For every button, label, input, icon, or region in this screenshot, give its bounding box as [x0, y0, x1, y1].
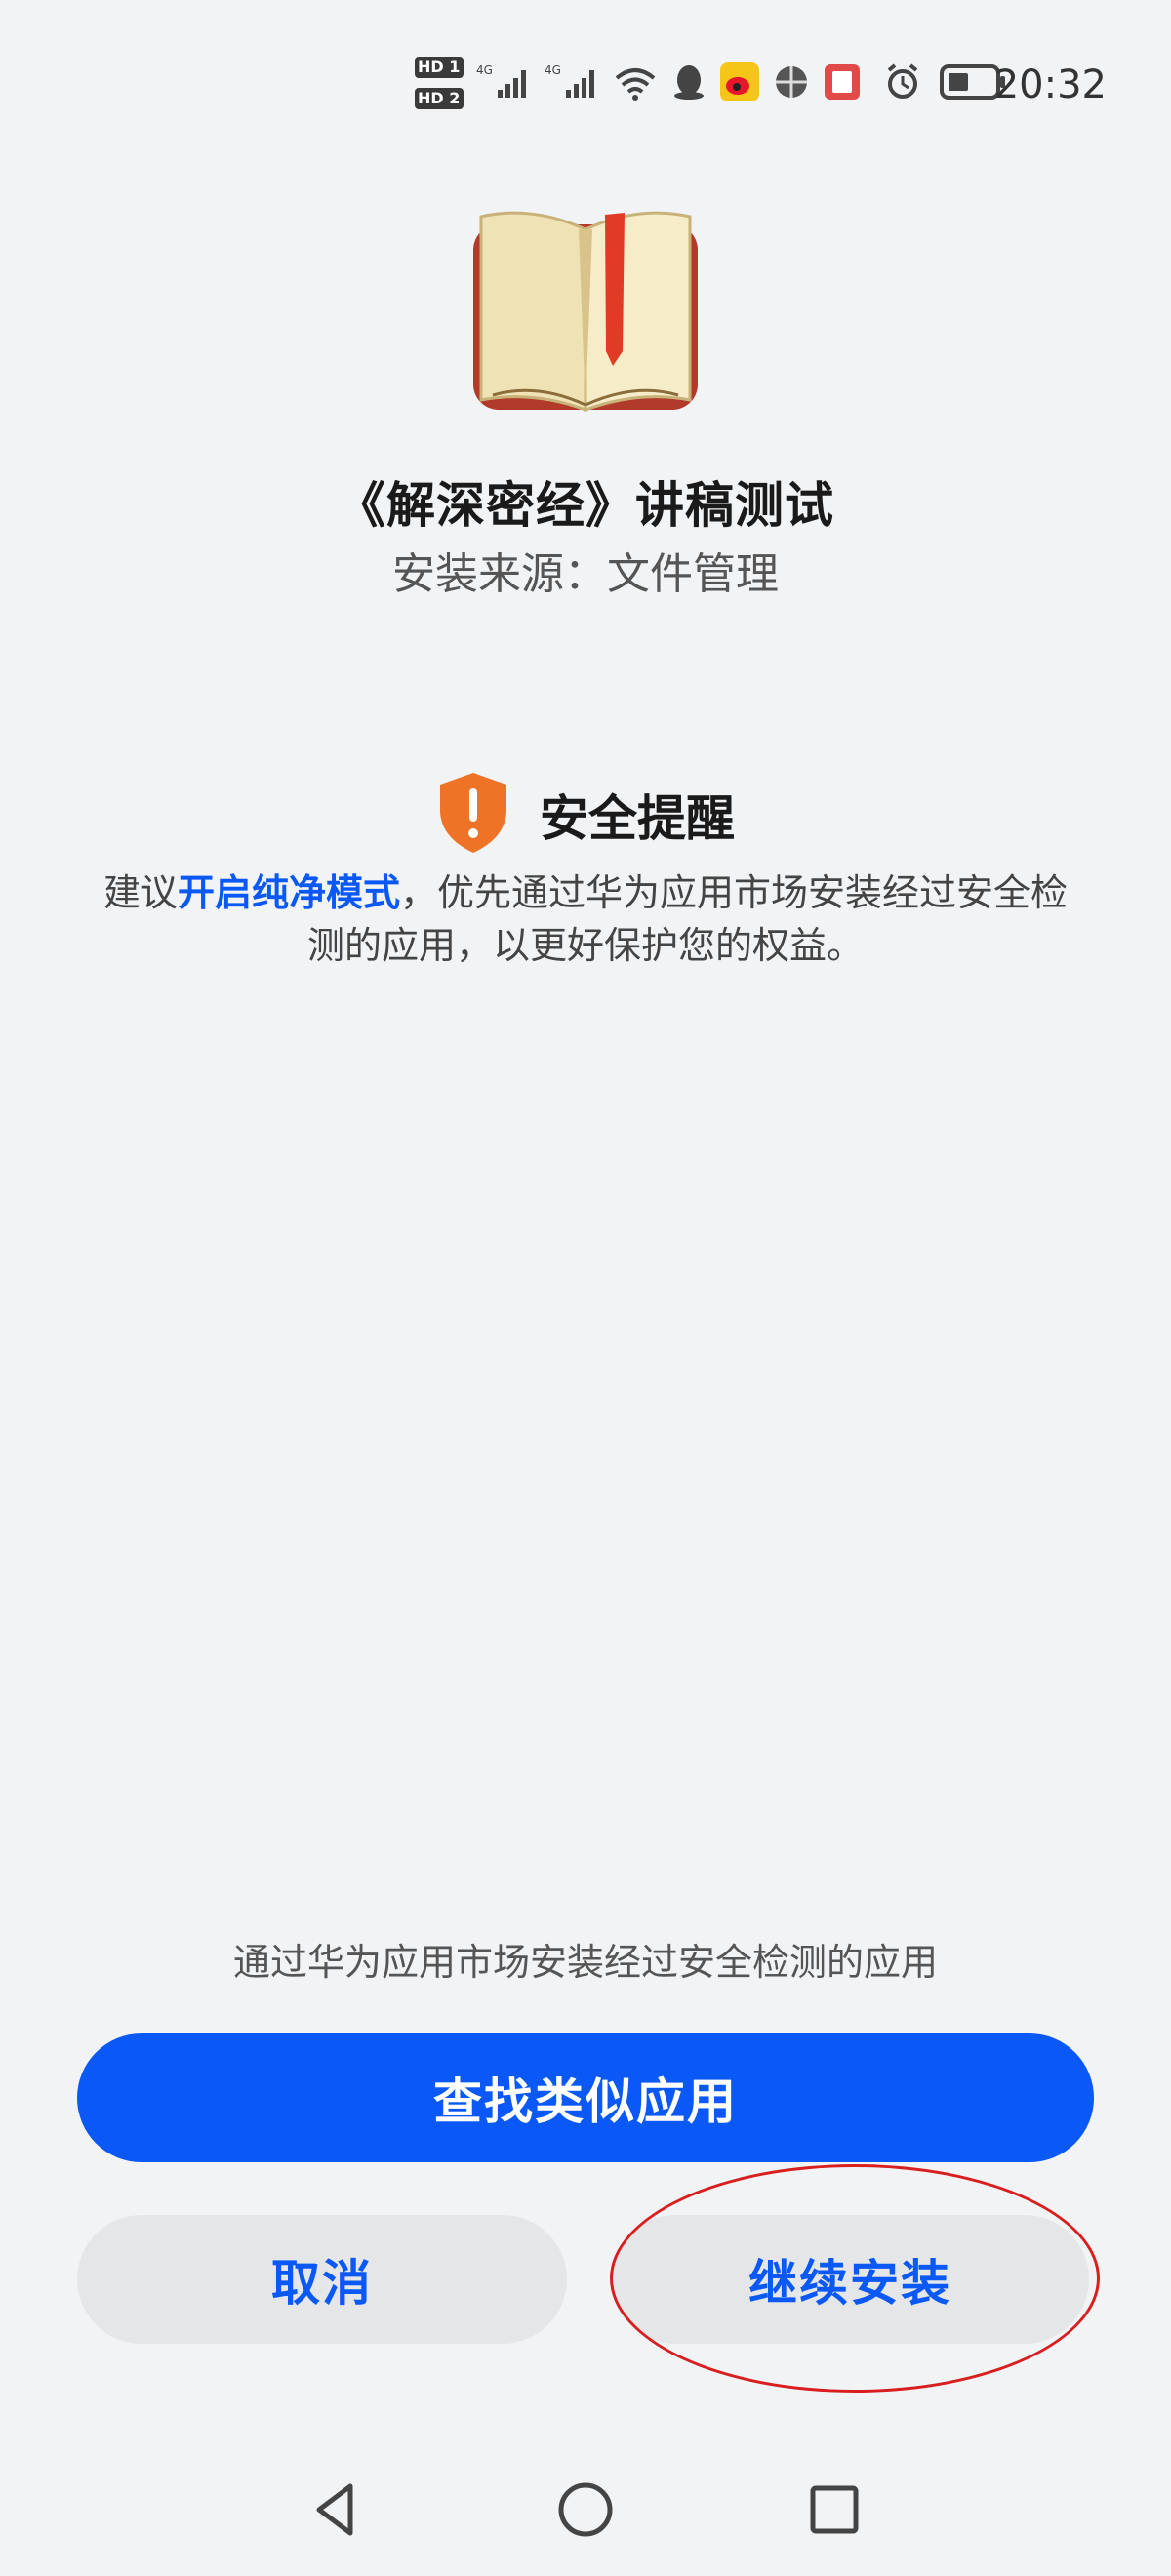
recommend-text: 通过华为应用市场安装经过安全检测的应用 [232, 1941, 938, 1984]
status-right [883, 62, 1006, 105]
status-icons: 4G 4G [476, 62, 861, 105]
weibo-icon [720, 62, 759, 105]
qq-icon [671, 62, 707, 105]
signal-icon: 4G [476, 62, 531, 105]
app-book-icon [464, 195, 707, 420]
continue-install-button[interactable]: 继续安装 [611, 2215, 1089, 2344]
status-time: 20:32 [993, 62, 1107, 107]
security-header: 安全提醒 [0, 771, 1171, 859]
hd2-badge: HD 2 [415, 88, 464, 109]
net1-label: 4G [476, 63, 493, 77]
pure-mode-link[interactable]: 开启纯净模式 [178, 871, 400, 914]
recent-apps-icon[interactable] [795, 2471, 873, 2549]
security-message: 建议开启纯净模式，优先通过华为应用市场安装经过安全检测的应用，以更好保护您的权益… [88, 866, 1083, 972]
app-name: 《解深密经》讲稿测试 [337, 477, 834, 534]
find-similar-apps-button[interactable]: 查找类似应用 [77, 2033, 1094, 2162]
browser-icon [773, 63, 810, 104]
wifi-icon [613, 62, 658, 105]
shield-warning-icon [436, 771, 510, 859]
status-bar: HD 1 HD 2 4G 4G 20:32 [0, 49, 1171, 127]
cancel-button[interactable]: 取消 [77, 2215, 567, 2344]
back-icon[interactable] [298, 2471, 376, 2549]
alarm-icon [883, 62, 922, 105]
security-title: 安全提醒 [540, 790, 735, 847]
signal-icon-2: 4G [545, 62, 599, 105]
book-app-icon [824, 63, 861, 104]
install-source: 安装来源：文件管理 [392, 549, 779, 599]
home-icon[interactable] [546, 2471, 625, 2549]
hd1-badge: HD 1 [415, 57, 464, 78]
net2-label: 4G [545, 63, 561, 77]
security-text-suffix: ，优先通过华为应用市场安装经过安全检测的应用，以更好保护您的权益。 [306, 871, 1069, 967]
hd-badges: HD 1 HD 2 [415, 57, 465, 119]
navigation-bar [0, 2471, 1171, 2549]
security-text-prefix: 建议 [102, 871, 178, 914]
